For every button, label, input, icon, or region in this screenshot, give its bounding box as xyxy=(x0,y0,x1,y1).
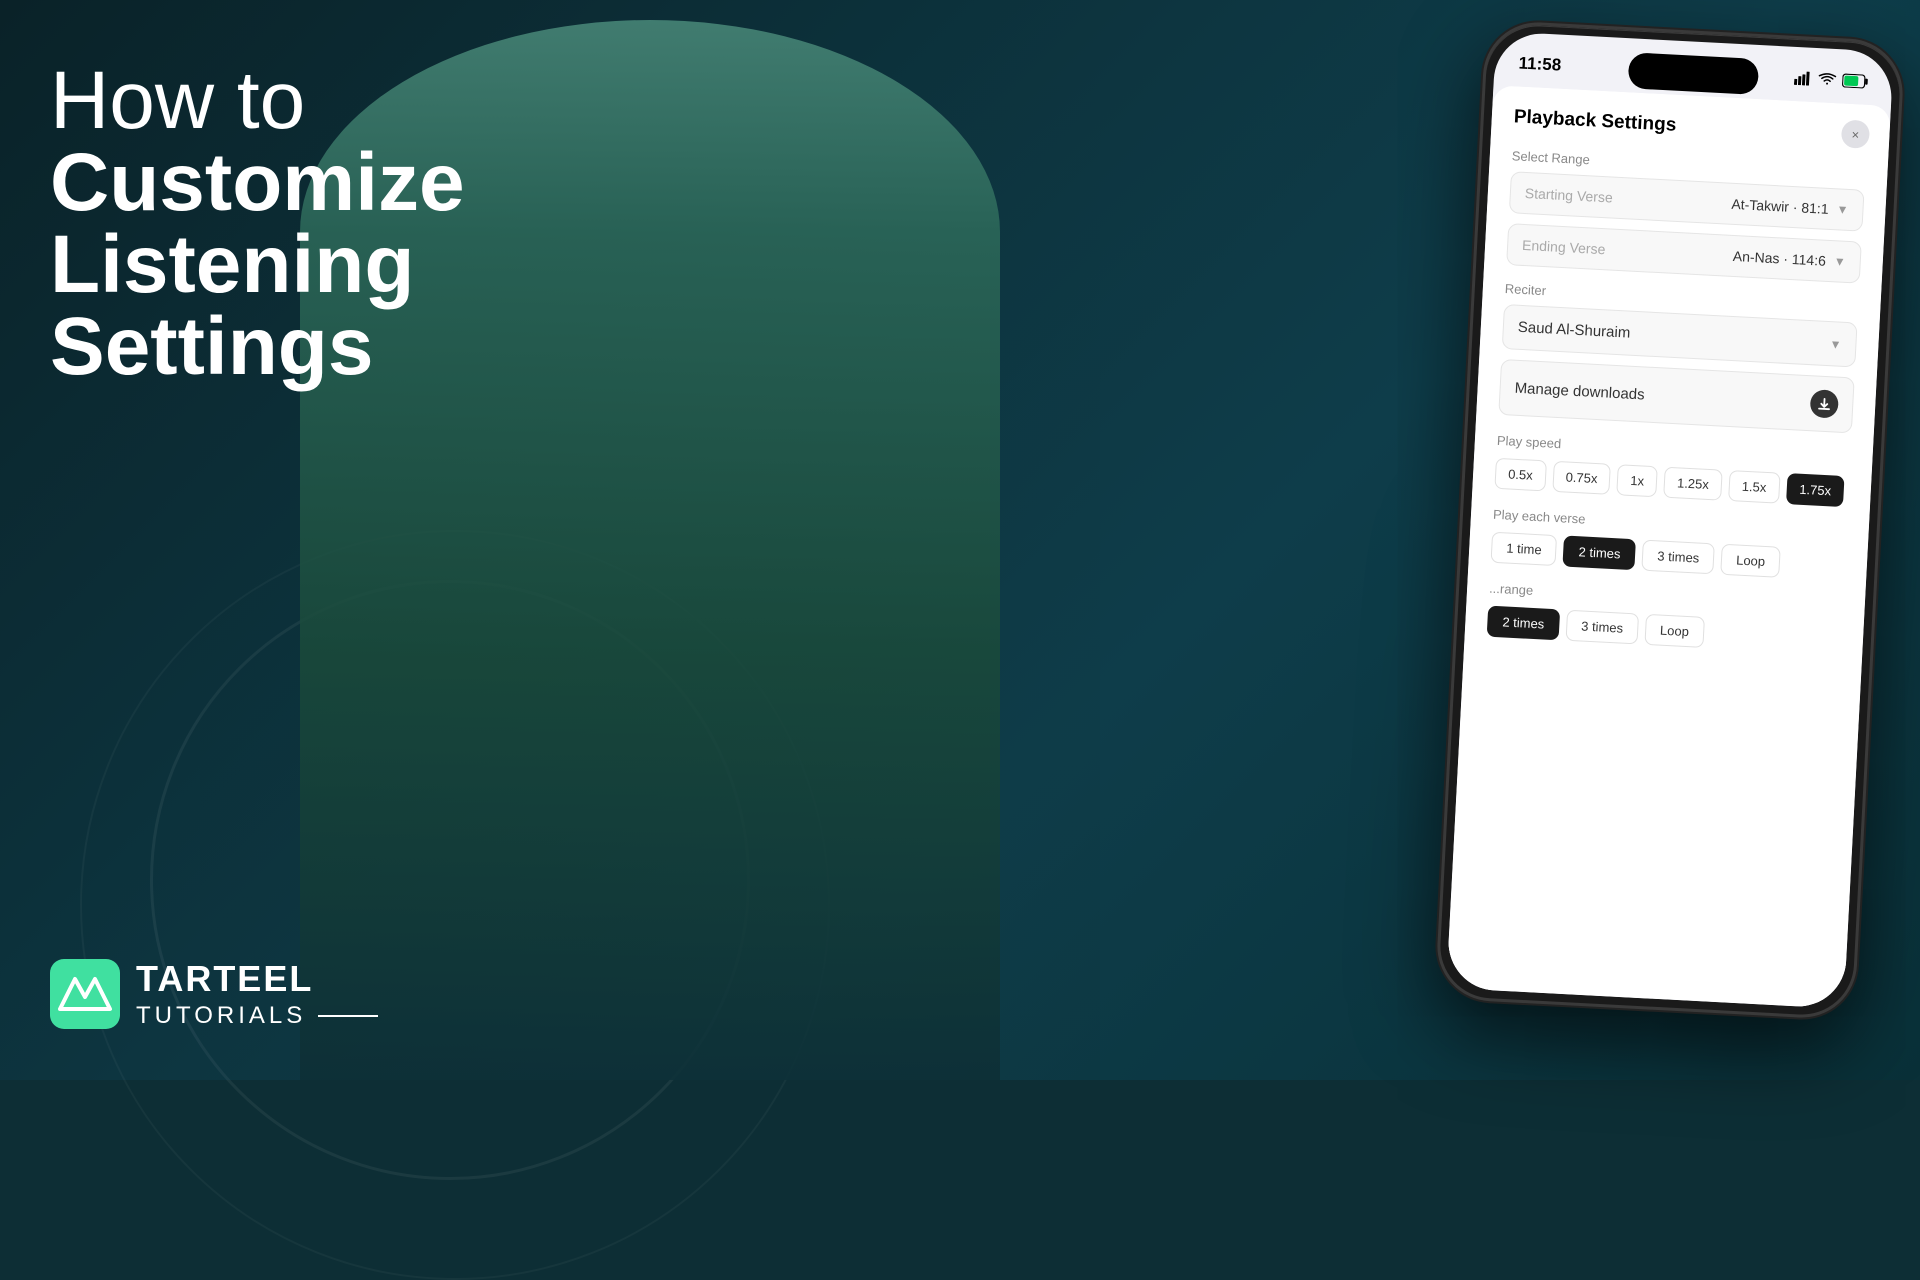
phone-mockup: 11:58 xyxy=(1435,20,1906,1021)
verse-btn-2times[interactable]: 2 times xyxy=(1563,535,1636,570)
range-buttons: 2 times 3 times Loop xyxy=(1487,606,1842,655)
speed-btn-0.5x[interactable]: 0.5x xyxy=(1494,458,1546,492)
ending-verse-label: Ending Verse xyxy=(1522,237,1606,257)
manage-downloads-row[interactable]: Manage downloads xyxy=(1498,359,1854,433)
verse-btn-1time[interactable]: 1 time xyxy=(1491,532,1558,566)
phone-screen: 11:58 xyxy=(1446,31,1894,1009)
title-line2: Customize xyxy=(50,142,465,224)
chevron-down-icon-2: ▼ xyxy=(1834,254,1847,269)
range-btn-3times[interactable]: 3 times xyxy=(1565,610,1638,645)
range-btn-loop[interactable]: Loop xyxy=(1644,614,1704,648)
speed-btn-1.75x[interactable]: 1.75x xyxy=(1786,473,1845,507)
download-arrow-icon xyxy=(1817,397,1832,412)
range-btn-2times[interactable]: 2 times xyxy=(1487,606,1560,641)
status-icons xyxy=(1794,71,1869,89)
title-line1: How to xyxy=(50,60,465,142)
verse-buttons: 1 time 2 times 3 times Loop xyxy=(1491,532,1846,581)
settings-panel: × Playback Settings Select Range Startin… xyxy=(1446,85,1891,1009)
starting-verse-dropdown[interactable]: Starting Verse At-Takwir · 81:1 ▼ xyxy=(1509,171,1865,231)
settings-title: Playback Settings xyxy=(1513,106,1868,146)
app-content: × Playback Settings Select Range Startin… xyxy=(1446,85,1891,1009)
speed-btn-1.5x[interactable]: 1.5x xyxy=(1728,470,1780,504)
reciter-section: Reciter Saud Al-Shuraim ▼ xyxy=(1502,281,1859,367)
logo-brand: TARTEEL xyxy=(136,958,378,1000)
manage-downloads-label: Manage downloads xyxy=(1514,379,1645,403)
reciter-name: Saud Al-Shuraim xyxy=(1517,319,1630,342)
speed-btn-1.25x[interactable]: 1.25x xyxy=(1663,467,1722,501)
title-area: How to Customize Listening Settings xyxy=(50,60,465,388)
status-time: 11:58 xyxy=(1518,53,1562,75)
speed-btn-1x[interactable]: 1x xyxy=(1617,464,1658,497)
verse-btn-3times[interactable]: 3 times xyxy=(1642,540,1715,575)
reciter-dropdown[interactable]: Saud Al-Shuraim ▼ xyxy=(1502,304,1858,367)
logo-area: TARTEEL TUTORIALS xyxy=(50,958,378,1030)
logo-subtitle: TUTORIALS xyxy=(136,1002,378,1030)
wifi-icon xyxy=(1818,72,1837,87)
logo-text: TARTEEL TUTORIALS xyxy=(136,958,378,1030)
title-line3: Listening xyxy=(50,224,465,306)
starting-verse-value: At-Takwir · 81:1 ▼ xyxy=(1731,196,1849,218)
verse-btn-loop[interactable]: Loop xyxy=(1720,544,1780,578)
starting-verse-label: Starting Verse xyxy=(1524,185,1613,206)
close-icon: × xyxy=(1851,126,1859,141)
speed-btn-0.75x[interactable]: 0.75x xyxy=(1552,461,1611,495)
chevron-down-icon: ▼ xyxy=(1836,202,1849,217)
chevron-down-icon-3: ▼ xyxy=(1829,337,1842,352)
dynamic-island xyxy=(1628,52,1760,95)
ending-verse-dropdown[interactable]: Ending Verse An-Nas · 114:6 ▼ xyxy=(1506,223,1862,283)
tarteel-logo-icon xyxy=(50,959,120,1029)
title-line4: Settings xyxy=(50,306,465,388)
battery-icon xyxy=(1842,73,1869,88)
ending-verse-value: An-Nas · 114:6 ▼ xyxy=(1732,248,1846,270)
speed-buttons: 0.5x 0.75x 1x 1.25x 1.5x 1.75x xyxy=(1494,458,1849,507)
phone-frame: 11:58 xyxy=(1435,20,1906,1021)
download-icon[interactable] xyxy=(1810,389,1839,418)
signal-icon xyxy=(1794,71,1813,86)
